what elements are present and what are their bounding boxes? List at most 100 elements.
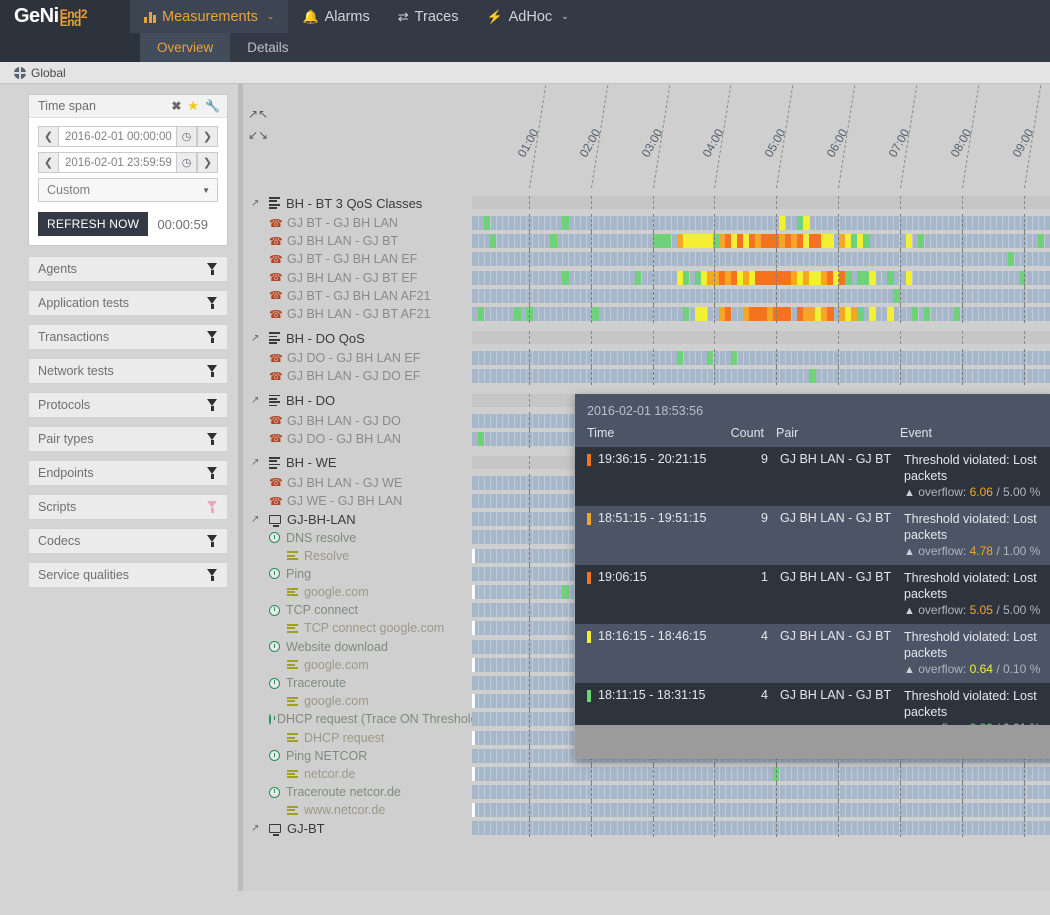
measurement-cell[interactable] — [478, 306, 485, 321]
filter-panel-agents[interactable]: Agents — [28, 256, 228, 282]
measurement-cell[interactable] — [700, 306, 708, 321]
measurement-cell[interactable] — [845, 270, 852, 285]
funnel-icon[interactable] — [207, 467, 218, 479]
nav-item-measurements[interactable]: Measurements ⌄ — [130, 0, 289, 33]
measurement-cell[interactable] — [490, 234, 497, 249]
measurement-cell[interactable] — [857, 306, 864, 321]
tab-overview[interactable]: Overview — [140, 33, 231, 62]
measurement-cell[interactable] — [478, 431, 485, 446]
close-icon[interactable]: ✖ — [171, 99, 181, 113]
funnel-icon[interactable] — [207, 433, 218, 445]
chart-row-strip[interactable] — [472, 286, 1050, 305]
chart-row[interactable]: ↗ GJ-BT — [243, 819, 1050, 838]
nav-item-alarms[interactable]: 🔔 Alarms — [288, 0, 383, 33]
measurement-cell[interactable] — [562, 585, 569, 599]
filter-panel-codecs[interactable]: Codecs — [28, 528, 228, 554]
chart-row[interactable]: ☎ GJ DO - GJ BH LAN EF — [243, 349, 1050, 368]
chart-row[interactable]: ☎ GJ BT - GJ BH LAN AF21 — [243, 286, 1050, 305]
chart-row-strip[interactable] — [472, 214, 1050, 232]
measurement-cell[interactable] — [869, 306, 876, 321]
measurement-cell[interactable] — [827, 234, 834, 249]
to-clock-button[interactable]: ◷ — [176, 152, 197, 173]
expand-icon[interactable]: ↗ — [251, 514, 263, 525]
chart-row-strip[interactable] — [472, 801, 1050, 820]
filter-panel-application-tests[interactable]: Application tests — [28, 290, 228, 316]
app-logo[interactable]: GeNi End2 End — [0, 0, 130, 33]
chart-row[interactable]: www.netcor.de — [243, 801, 1050, 820]
measurement-cell[interactable] — [779, 216, 786, 230]
measurement-cell[interactable] — [550, 234, 557, 249]
chart-row-strip[interactable] — [472, 196, 1050, 209]
popup-event-row[interactable]: 18:16:15 - 18:46:15 4 GJ BH LAN - GJ BT Thr… — [575, 624, 1050, 683]
measurement-cell[interactable] — [562, 270, 569, 285]
from-prev-button[interactable]: ❮ — [38, 126, 59, 147]
measurement-cell[interactable] — [724, 306, 732, 321]
measurement-cell[interactable] — [706, 351, 714, 366]
funnel-icon[interactable] — [207, 399, 218, 411]
measurement-cell[interactable] — [905, 270, 912, 285]
measurement-cell[interactable] — [893, 288, 900, 303]
wrench-icon[interactable]: 🔧 — [205, 99, 220, 113]
chart-row-strip[interactable] — [472, 764, 1050, 783]
expand-icon[interactable]: ↗ — [251, 198, 263, 209]
expand-all-icon[interactable]: ↗↖ — [248, 108, 268, 120]
chart-row-strip[interactable] — [472, 250, 1050, 269]
chart-row[interactable]: netcor.de — [243, 764, 1050, 783]
filter-panel-protocols[interactable]: Protocols — [28, 392, 228, 418]
tab-details[interactable]: Details — [230, 33, 305, 62]
funnel-icon[interactable] — [207, 365, 218, 377]
from-date-input[interactable]: 2016-02-01 00:00:00 — [59, 126, 176, 147]
measurement-cell[interactable] — [484, 216, 491, 230]
chart-row-strip[interactable] — [472, 232, 1050, 251]
filter-panel-endpoints[interactable]: Endpoints — [28, 460, 228, 486]
measurement-cell[interactable] — [953, 306, 961, 321]
chart-row-strip[interactable] — [472, 783, 1050, 802]
measurement-cell[interactable] — [863, 234, 870, 249]
chart-row-strip[interactable] — [472, 268, 1050, 287]
measurement-cell[interactable] — [1037, 234, 1045, 249]
measurement-cell[interactable] — [803, 216, 810, 230]
chart-row[interactable]: ☎ GJ BT - GJ BH LAN — [243, 214, 1050, 232]
popup-event-row[interactable]: 18:51:15 - 19:51:15 9 GJ BH LAN - GJ BT Thr… — [575, 506, 1050, 565]
measurement-cell[interactable] — [730, 351, 738, 366]
nav-item-traces[interactable]: ⇄ Traces — [384, 0, 473, 33]
nav-item-adhoc[interactable]: ⚡ AdHoc ⌄ — [472, 0, 582, 33]
funnel-icon[interactable] — [207, 263, 218, 275]
funnel-icon[interactable] — [207, 501, 218, 513]
filter-panel-service-qualities[interactable]: Service qualities — [28, 562, 228, 588]
chart-row[interactable]: ☎ GJ BH LAN - GJ BT EF — [243, 268, 1050, 287]
collapse-all-icon[interactable]: ↙↘ — [248, 129, 268, 141]
measurement-cell[interactable] — [514, 306, 521, 321]
star-icon[interactable]: ★ — [187, 98, 199, 114]
chart-row[interactable]: ☎ GJ BT - GJ BH LAN EF — [243, 250, 1050, 269]
chart-row-strip[interactable] — [472, 819, 1050, 838]
measurement-cell[interactable] — [664, 234, 672, 249]
measurement-cell[interactable] — [1007, 252, 1015, 267]
filter-panel-scripts[interactable]: Scripts — [28, 494, 228, 520]
to-date-input[interactable]: 2016-02-01 23:59:59 — [59, 152, 176, 173]
chart-row-strip[interactable] — [472, 331, 1050, 345]
chart-row[interactable]: ☎ GJ BH LAN - GJ BT AF21 — [243, 304, 1050, 323]
measurement-cell[interactable] — [809, 369, 816, 384]
measurement-cell[interactable] — [785, 306, 792, 321]
funnel-icon[interactable] — [207, 297, 218, 309]
chart-row-strip[interactable] — [472, 349, 1050, 368]
expand-icon[interactable]: ↗ — [251, 457, 263, 468]
from-clock-button[interactable]: ◷ — [176, 126, 197, 147]
measurement-cell[interactable] — [887, 270, 894, 285]
measurement-cell[interactable] — [634, 270, 641, 285]
chart-row-strip[interactable] — [472, 367, 1050, 386]
refresh-now-button[interactable]: REFRESH NOW — [38, 212, 149, 236]
chart-row[interactable]: ☎ GJ BH LAN - GJ DO EF — [243, 367, 1050, 386]
chart-row[interactable]: Traceroute netcor.de — [243, 783, 1050, 802]
measurement-cell[interactable] — [887, 306, 894, 321]
to-prev-button[interactable]: ❮ — [38, 152, 59, 173]
measurement-cell[interactable] — [911, 306, 918, 321]
measurement-cell[interactable] — [676, 351, 684, 366]
chart-row[interactable]: ↗ BH - BT 3 QoS Classes — [243, 192, 1050, 214]
measurement-cell[interactable] — [869, 270, 876, 285]
measurement-cell[interactable] — [592, 306, 599, 321]
measurement-cell[interactable] — [562, 216, 569, 230]
chart-row-strip[interactable] — [472, 304, 1050, 323]
filter-panel-pair-types[interactable]: Pair types — [28, 426, 228, 452]
